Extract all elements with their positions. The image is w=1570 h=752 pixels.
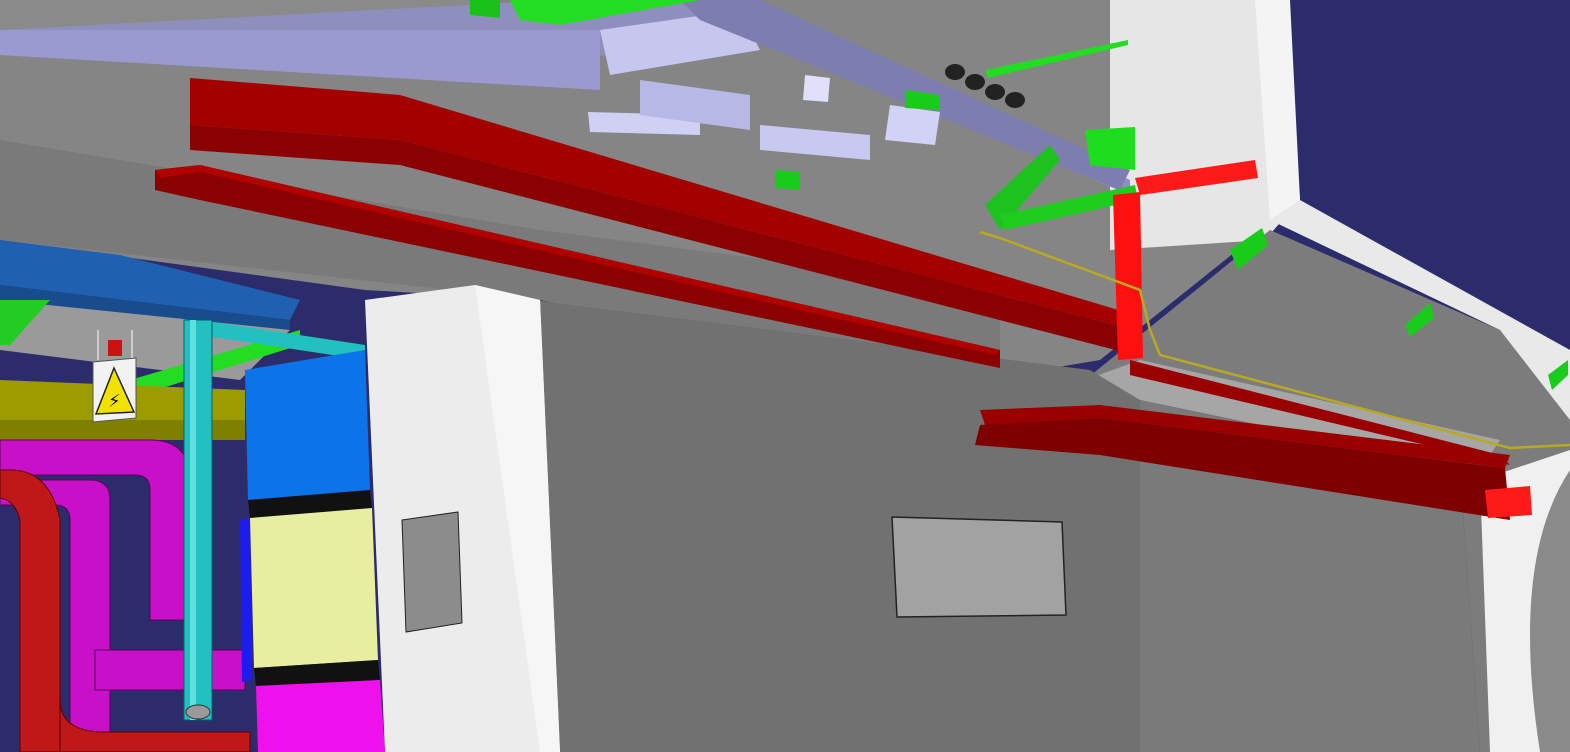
panel-blue bbox=[245, 350, 370, 500]
wall-opening-large bbox=[891, 516, 1067, 618]
model-scene: ⚡ bbox=[0, 0, 1570, 752]
panel-cream bbox=[250, 508, 378, 668]
cyan-pipe-highlight bbox=[190, 320, 196, 720]
magenta-duct-3 bbox=[94, 649, 246, 691]
green-support-clip-1 bbox=[775, 170, 800, 190]
panel-magenta bbox=[256, 680, 385, 752]
cad-3d-viewport[interactable]: ⚡ bbox=[0, 0, 1570, 752]
pipe-fitting bbox=[185, 704, 211, 720]
warning-lamp bbox=[108, 340, 122, 356]
red-bracket-end bbox=[1485, 486, 1532, 518]
wall-opening-small bbox=[401, 511, 463, 633]
electrical-hazard-icon: ⚡ bbox=[108, 391, 121, 412]
steel-bracket-5 bbox=[803, 75, 830, 102]
cyan-pipe-vertical bbox=[183, 319, 213, 721]
green-support-top bbox=[470, 0, 500, 18]
red-bracket-upright bbox=[1113, 192, 1143, 360]
blue-side-strip bbox=[240, 518, 252, 682]
green-support-plate bbox=[1085, 127, 1135, 170]
steel-bracket-4 bbox=[885, 105, 940, 145]
